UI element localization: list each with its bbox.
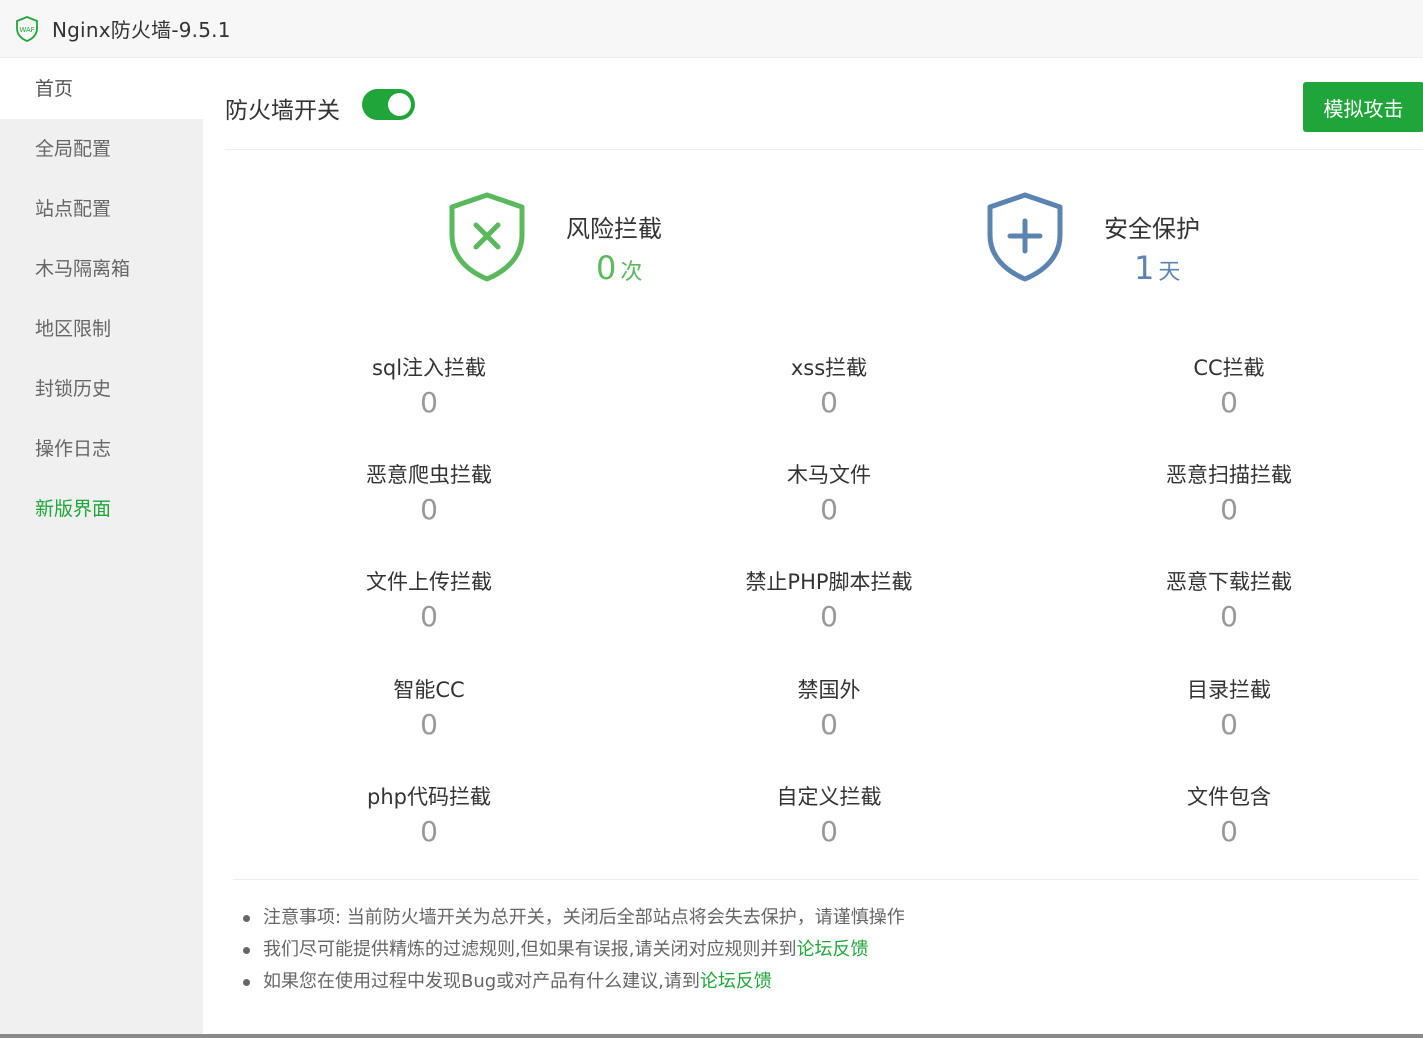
counter-label: 恶意爬虫拦截 <box>366 463 492 487</box>
notes-list: 注意事项: 当前防火墙开关为总开关，关闭后全部站点将会失去保护，请谨慎操作 我们… <box>243 902 905 998</box>
counter-sql-injection: sql注入拦截 0 <box>229 353 629 423</box>
risk-unit: 次 <box>620 260 643 285</box>
firewall-switch-label: 防火墙开关 <box>225 98 340 124</box>
counter-label: php代码拦截 <box>367 785 491 809</box>
sidebar-item-home[interactable]: 首页 <box>0 59 203 119</box>
counter-label: 自定义拦截 <box>776 785 882 809</box>
counter-file-include: 文件包含 0 <box>1029 782 1423 852</box>
title-bar: WAF Nginx防火墙-9.5.1 <box>0 0 1423 58</box>
counter-value: 0 <box>820 815 838 848</box>
counter-label: 禁止PHP脚本拦截 <box>745 570 913 594</box>
counter-file-upload: 文件上传拦截 0 <box>229 567 629 637</box>
counter-value: 0 <box>420 708 438 741</box>
header-bar: 防火墙开关 模拟攻击 <box>225 59 1423 150</box>
counter-malicious-crawler: 恶意爬虫拦截 0 <box>229 460 629 530</box>
window-title: Nginx防火墙-9.5.1 <box>52 18 231 42</box>
counter-value: 0 <box>1220 815 1238 848</box>
safe-stat-value: 1天 <box>1134 249 1180 287</box>
safe-days: 1 <box>1134 249 1155 287</box>
sidebar-item-operation-log[interactable]: 操作日志 <box>0 419 203 479</box>
counter-trojan-file: 木马文件 0 <box>629 460 1029 530</box>
counter-block-foreign: 禁国外 0 <box>629 675 1029 745</box>
notes-divider <box>233 879 1419 880</box>
counter-malicious-scan: 恶意扫描拦截 0 <box>1029 460 1423 530</box>
counter-value: 0 <box>1220 386 1238 419</box>
counter-smart-cc: 智能CC 0 <box>229 675 629 745</box>
counter-label: 禁国外 <box>797 678 861 702</box>
counter-value: 0 <box>820 493 838 526</box>
sidebar-item-new-ui[interactable]: 新版界面 <box>0 479 203 539</box>
simulate-attack-button[interactable]: 模拟攻击 <box>1303 82 1423 132</box>
counter-label: xss拦截 <box>790 356 868 380</box>
note-text: 注意事项: 当前防火墙开关为总开关，关闭后全部站点将会失去保护，请谨慎操作 <box>263 907 905 928</box>
counter-label: 文件上传拦截 <box>366 570 492 594</box>
shield-plus-icon <box>984 191 1066 287</box>
counter-value: 0 <box>820 600 838 633</box>
risk-count: 0 <box>596 249 617 287</box>
counter-value: 0 <box>420 600 438 633</box>
counter-php-code: php代码拦截 0 <box>229 782 629 852</box>
sidebar-item-trojan-quarantine[interactable]: 木马隔离箱 <box>0 239 203 299</box>
counter-value: 0 <box>820 708 838 741</box>
counter-value: 0 <box>1220 600 1238 633</box>
risk-stat-value: 0次 <box>596 249 642 287</box>
forum-feedback-link[interactable]: 论坛反馈 <box>700 971 772 992</box>
counter-value: 0 <box>1220 708 1238 741</box>
counter-xss: xss拦截 0 <box>629 353 1029 423</box>
waf-shield-icon: WAF <box>14 15 40 42</box>
counter-value: 0 <box>820 386 838 419</box>
safe-unit: 天 <box>1158 260 1181 285</box>
counter-value: 0 <box>1220 493 1238 526</box>
counter-php-script-block: 禁止PHP脚本拦截 0 <box>629 567 1029 637</box>
counter-label: 恶意下载拦截 <box>1166 570 1292 594</box>
note-text: 我们尽可能提供精炼的过滤规则,但如果有误报,请关闭对应规则并到 <box>263 939 797 960</box>
counter-label: 木马文件 <box>787 463 871 487</box>
toggle-knob <box>388 93 411 116</box>
counter-directory: 目录拦截 0 <box>1029 675 1423 745</box>
forum-feedback-link[interactable]: 论坛反馈 <box>796 939 868 960</box>
counter-label: sql注入拦截 <box>371 356 487 380</box>
risk-stat-label: 风险拦截 <box>566 215 662 243</box>
counter-label: CC拦截 <box>1193 356 1265 380</box>
safe-stat-label: 安全保护 <box>1104 215 1200 243</box>
counter-label: 文件包含 <box>1187 785 1271 809</box>
note-item: 如果您在使用过程中发现Bug或对产品有什么建议,请到论坛反馈 <box>243 966 905 998</box>
main-panel: 防火墙开关 模拟攻击 风险拦截 0次 安全保护 1天 sql注入拦截 0 xss… <box>203 59 1423 1034</box>
sidebar: 首页 全局配置 站点配置 木马隔离箱 地区限制 封锁历史 操作日志 新版界面 <box>0 59 203 1038</box>
shield-x-icon <box>446 191 528 287</box>
sidebar-item-region-limit[interactable]: 地区限制 <box>0 299 203 359</box>
firewall-toggle[interactable] <box>362 89 415 120</box>
sidebar-item-block-history[interactable]: 封锁历史 <box>0 359 203 419</box>
logo-text: WAF <box>19 26 34 34</box>
note-text: 如果您在使用过程中发现Bug或对产品有什么建议,请到 <box>263 971 700 992</box>
note-item: 注意事项: 当前防火墙开关为总开关，关闭后全部站点将会失去保护，请谨慎操作 <box>243 902 905 934</box>
note-item: 我们尽可能提供精炼的过滤规则,但如果有误报,请关闭对应规则并到论坛反馈 <box>243 934 905 966</box>
counter-label: 恶意扫描拦截 <box>1166 463 1292 487</box>
counter-value: 0 <box>420 815 438 848</box>
counter-value: 0 <box>420 493 438 526</box>
counter-malicious-download: 恶意下载拦截 0 <box>1029 567 1423 637</box>
counter-label: 智能CC <box>393 678 465 702</box>
sidebar-item-global-config[interactable]: 全局配置 <box>0 119 203 179</box>
counter-label: 目录拦截 <box>1187 678 1271 702</box>
counter-value: 0 <box>420 386 438 419</box>
counter-cc: CC拦截 0 <box>1029 353 1423 423</box>
counter-custom: 自定义拦截 0 <box>629 782 1029 852</box>
sidebar-item-site-config[interactable]: 站点配置 <box>0 179 203 239</box>
bottom-scroll-bar <box>0 1034 1423 1038</box>
